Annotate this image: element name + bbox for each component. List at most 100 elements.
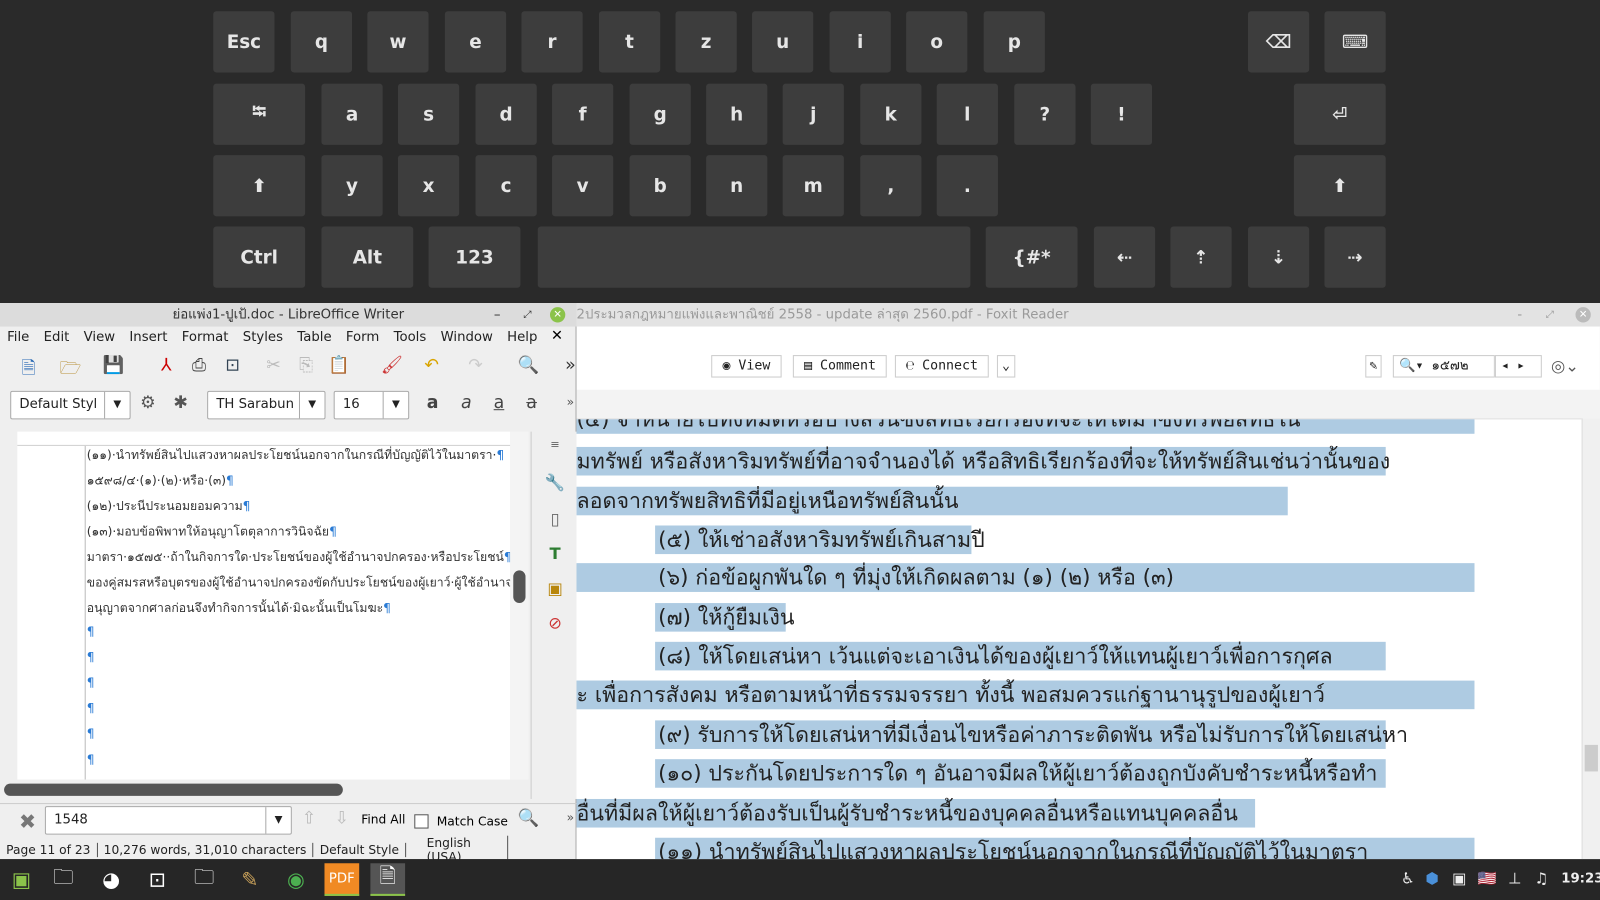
redo-icon[interactable]: ↷	[464, 355, 486, 375]
key-l[interactable]: l	[936, 83, 998, 145]
save-icon[interactable]: 💾	[102, 355, 124, 375]
shift-key[interactable]: ⬆	[213, 155, 306, 217]
key-h[interactable]: h	[706, 83, 768, 145]
backspace-key[interactable]: ⌫	[1247, 11, 1310, 73]
key-10[interactable]: p	[983, 11, 1045, 73]
key-7[interactable]: u	[752, 11, 814, 73]
close-find-icon[interactable]: ✖	[16, 809, 38, 833]
disk-icon[interactable]: ▣	[1452, 869, 1466, 887]
view-button[interactable]: ◉ View	[711, 355, 782, 378]
paragraph-style-combo[interactable]: Default Styl ▼	[10, 390, 131, 420]
menu-edit[interactable]: Edit	[36, 329, 76, 344]
chevron-down-icon[interactable]: ▼	[265, 807, 291, 834]
find-all-button[interactable]: Find All	[361, 812, 405, 826]
highlight-tool-icon[interactable]: ✎	[1365, 355, 1382, 378]
tab-key[interactable]: ⭾	[213, 83, 306, 145]
connect-dropdown[interactable]: ⌄	[996, 355, 1016, 378]
word-count[interactable]: 10,276 words, 31,010 characters	[98, 842, 314, 858]
find-previous-icon[interactable]: ⇧	[298, 808, 320, 828]
key-7[interactable]: m	[782, 155, 844, 217]
underline-icon[interactable]: a	[488, 393, 510, 413]
sound-icon[interactable]: ♫	[1535, 869, 1549, 887]
symbols-key[interactable]: {#*	[985, 226, 1078, 288]
previous-icon[interactable]: ◂	[1501, 358, 1509, 373]
menu-tools[interactable]: Tools	[386, 329, 433, 344]
find-replace-icon[interactable]: 🔍	[517, 355, 540, 375]
key-k[interactable]: k	[860, 83, 922, 145]
key-4[interactable]: v	[552, 155, 614, 217]
scroll-thumb[interactable]	[1584, 744, 1598, 772]
key-3[interactable]: e	[444, 11, 507, 73]
libreoffice-writer-icon[interactable]: 🗎	[370, 863, 406, 896]
scroll-thumb[interactable]	[513, 570, 526, 604]
chrome-icon[interactable]: ◉	[279, 863, 314, 896]
key-s[interactable]: s	[397, 83, 460, 145]
find-replace-icon[interactable]: 🔍	[517, 808, 540, 828]
chevron-down-icon[interactable]: ▼	[104, 391, 130, 419]
key-9[interactable]: o	[906, 11, 968, 73]
key-4[interactable]: r	[521, 11, 583, 73]
key-f[interactable]: f	[552, 83, 614, 145]
copy-icon[interactable]: ⎘	[295, 355, 317, 375]
keyboard-layout-key[interactable]: ⌨	[1324, 11, 1386, 73]
search-nav[interactable]: ◂ ▸	[1494, 355, 1542, 378]
files-icon[interactable]: 🗀	[46, 863, 81, 896]
cut-icon[interactable]: ✂	[262, 355, 284, 375]
us-flag-icon[interactable]: 🇺🇸	[1478, 869, 1497, 887]
gallery-icon[interactable]: ▣	[544, 579, 566, 601]
alt-key[interactable]: Alt	[321, 226, 414, 288]
key-1[interactable]: y	[321, 155, 383, 217]
pdf-page[interactable]: (๔) จำหน่ายไปทั้งหมดหรือบางส่วนซึ่งสิทธิ…	[576, 418, 1582, 860]
chevron-down-icon[interactable]: ▼	[298, 391, 325, 419]
terminal-icon[interactable]: ⊡	[140, 863, 175, 896]
paste-icon[interactable]: 📋	[328, 355, 350, 375]
close-button[interactable]: ✕	[549, 307, 566, 323]
paint-brush-icon[interactable]: ✎	[233, 863, 268, 896]
accessibility-icon[interactable]: ♿	[1401, 869, 1415, 887]
next-icon[interactable]: ▸	[1517, 358, 1525, 373]
enter-key[interactable]: ⏎	[1293, 83, 1386, 145]
mint-menu-icon[interactable]: ▣	[4, 863, 39, 896]
key-?[interactable]: ?	[1014, 83, 1076, 145]
menu-window[interactable]: Window	[433, 329, 500, 344]
key-d[interactable]: d	[475, 83, 537, 145]
menu-format[interactable]: Format	[175, 329, 236, 344]
page-count[interactable]: Page 11 of 23	[0, 842, 98, 858]
styles-icon[interactable]: T	[544, 544, 566, 566]
foxit-reader-icon[interactable]: PDF	[324, 863, 360, 896]
find-next-icon[interactable]: ⇩	[331, 808, 353, 828]
firefox-icon[interactable]: ◕	[94, 863, 129, 896]
up-arrow-key[interactable]: ⇡	[1170, 226, 1232, 288]
menu-file[interactable]: File	[0, 329, 36, 344]
vertical-scrollbar[interactable]	[510, 431, 529, 780]
comment-button[interactable]: ▤ Comment	[792, 355, 888, 378]
key-6[interactable]: z	[675, 11, 737, 73]
key-5[interactable]: b	[629, 155, 691, 217]
account-icon[interactable]: ◎⌄	[1551, 356, 1579, 375]
menu-help[interactable]: Help	[500, 329, 545, 344]
close-button[interactable]: ✕	[1575, 307, 1591, 323]
numbers-key[interactable]: 123	[428, 226, 521, 288]
update-shield-icon[interactable]: ⬢	[1425, 869, 1438, 887]
menu-table[interactable]: Table	[290, 329, 339, 344]
page-style[interactable]: Default Style	[314, 842, 407, 858]
network-icon[interactable]: ⊥	[1508, 869, 1521, 887]
undo-icon[interactable]: ↶	[420, 355, 442, 375]
match-case-checkbox[interactable]	[414, 814, 429, 829]
properties-icon[interactable]: 🔧	[544, 472, 566, 494]
left-arrow-key[interactable]: ⇠	[1093, 226, 1156, 288]
maximize-button[interactable]: ⤢	[1546, 303, 1554, 326]
font-size-combo[interactable]: 16 ▼	[333, 390, 410, 420]
folder-icon[interactable]: 🗀	[187, 863, 222, 896]
right-arrow-key[interactable]: ⇢	[1324, 226, 1386, 288]
key-g[interactable]: g	[629, 83, 691, 145]
key-6[interactable]: n	[706, 155, 768, 217]
search-input[interactable]: 🔍▾ ๑๕๗๒	[1392, 355, 1495, 378]
strikethrough-icon[interactable]: a	[520, 393, 542, 413]
menu-styles[interactable]: Styles	[236, 329, 291, 344]
pdf-vertical-scrollbar[interactable]	[1581, 418, 1600, 860]
key-0[interactable]: Esc	[213, 11, 275, 73]
menu-form[interactable]: Form	[339, 329, 387, 344]
minimize-button[interactable]: -	[1517, 303, 1522, 326]
horizontal-scrollbar[interactable]	[4, 783, 343, 796]
